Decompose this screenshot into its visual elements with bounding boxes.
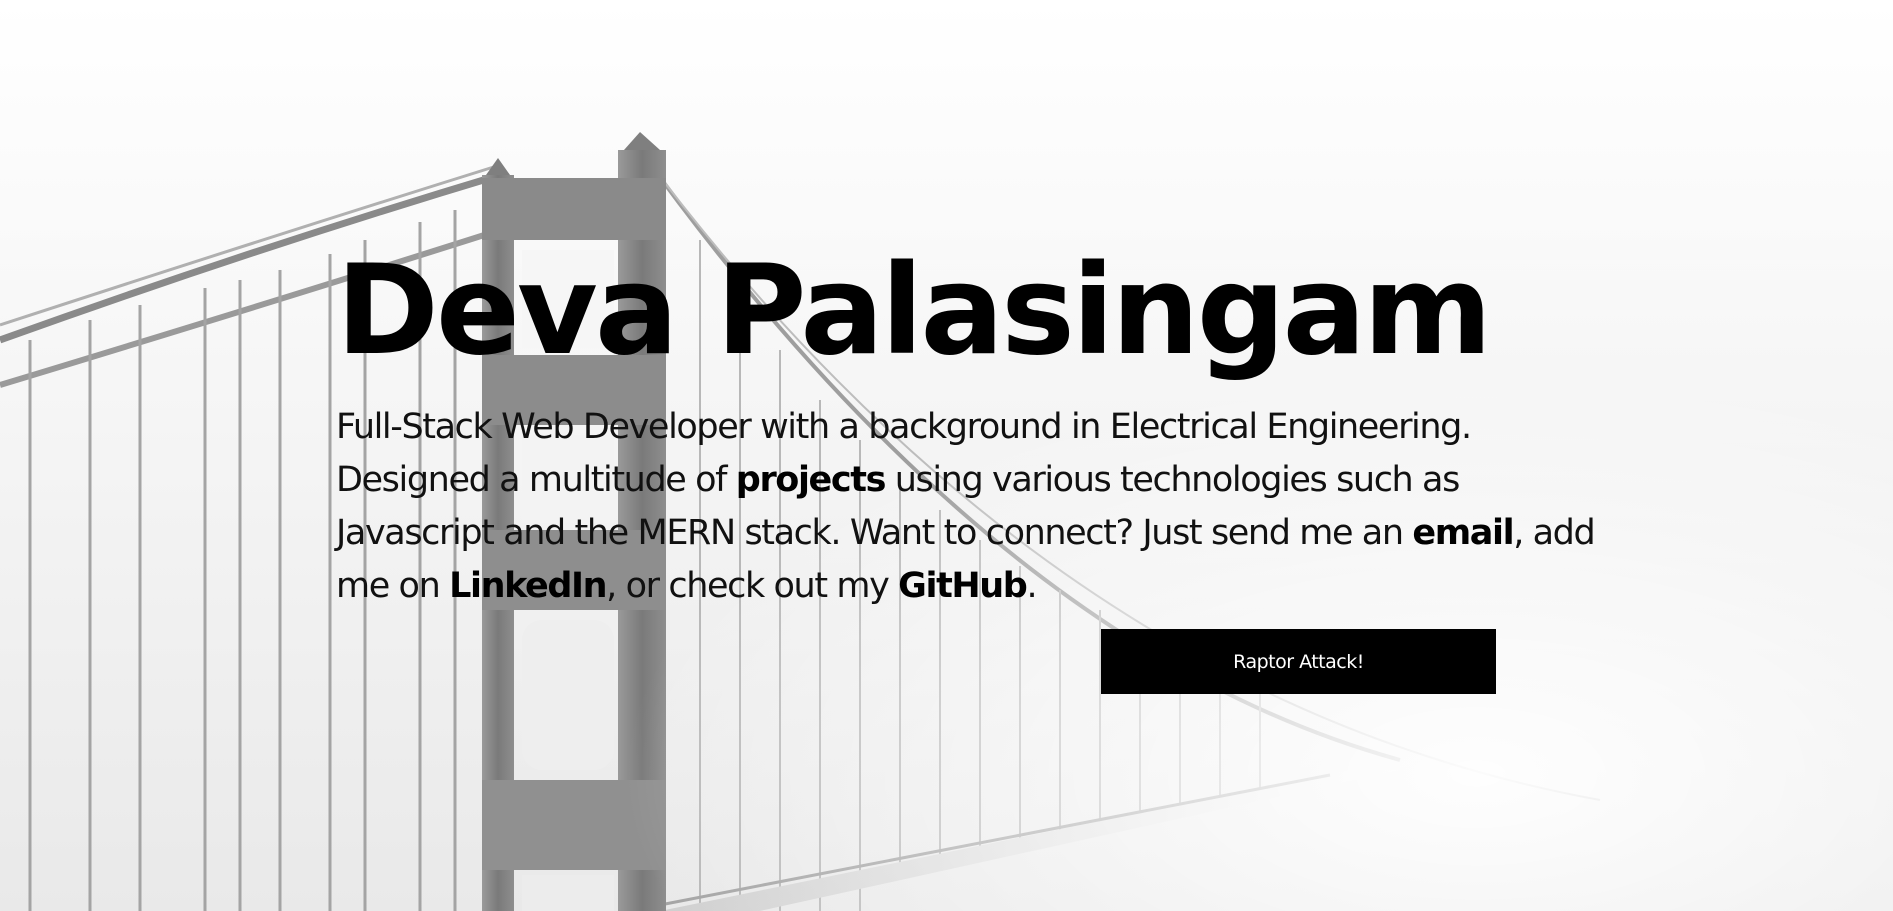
bio-text: .	[1026, 566, 1037, 606]
hero-section: Deva Palasingam Full-Stack Web Developer…	[336, 236, 1636, 613]
raptor-attack-button[interactable]: Raptor Attack!	[1101, 629, 1496, 694]
bio-text: , or check out my	[606, 566, 899, 606]
bio-paragraph: Full-Stack Web Developer with a backgrou…	[336, 401, 1626, 613]
linkedin-link[interactable]: LinkedIn	[449, 566, 607, 606]
page-title: Deva Palasingam	[336, 239, 1492, 383]
page: Deva Palasingam Full-Stack Web Developer…	[0, 0, 1893, 911]
projects-link[interactable]: projects	[736, 460, 887, 500]
email-link[interactable]: email	[1412, 513, 1514, 553]
github-link[interactable]: GitHub	[898, 566, 1028, 606]
